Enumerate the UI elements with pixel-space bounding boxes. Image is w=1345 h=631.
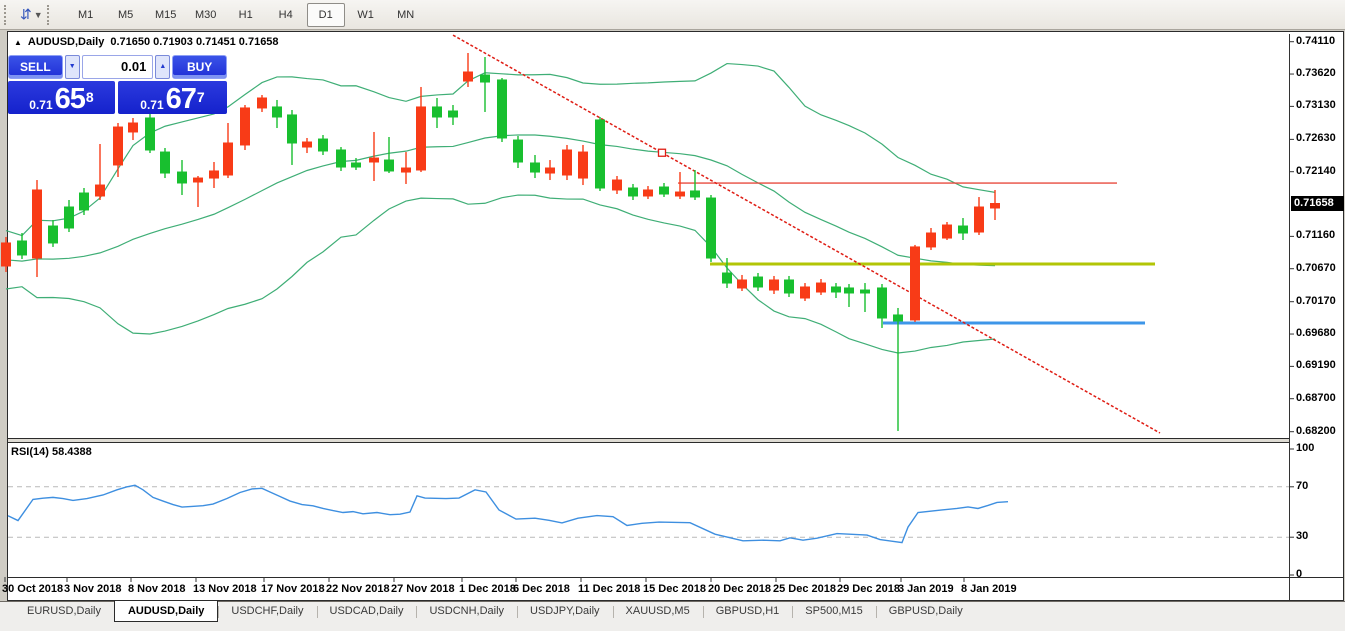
- time-axis-label: 8 Jan 2019: [961, 583, 1017, 595]
- rsi-axis-label: 30: [1296, 530, 1309, 543]
- price-axis-label: 0.72630: [1296, 132, 1336, 145]
- buy-price[interactable]: 0.71 67 7: [118, 81, 227, 114]
- buy-price-small: 0.71: [140, 98, 164, 112]
- time-axis-label: 27 Nov 2018: [391, 583, 455, 595]
- volume-down-button[interactable]: ▼: [64, 55, 80, 79]
- tab-xauusd-m5[interactable]: XAUUSD,M5: [612, 602, 703, 622]
- rsi-axis-label: 70: [1296, 479, 1309, 492]
- price-axis-label: 0.68700: [1296, 391, 1336, 404]
- volume-field[interactable]: 0.01: [81, 55, 154, 79]
- period-button-h4[interactable]: H4: [267, 3, 305, 27]
- current-price-tag: 0.71658: [1291, 196, 1344, 211]
- rsi-axis-label: 0: [1296, 568, 1303, 580]
- time-axis-label: 13 Nov 2018: [193, 583, 257, 595]
- arrows-icon: ⇵: [20, 6, 32, 22]
- period-button-w1[interactable]: W1: [347, 3, 385, 27]
- period-button-mn[interactable]: MN: [387, 3, 425, 27]
- price-axis-label: 0.72140: [1296, 164, 1336, 177]
- time-axis-label: 20 Dec 2018: [708, 583, 771, 595]
- chart-tabs: EURUSD,Daily AUDUSD,Daily USDCHF,Daily USDC…: [0, 601, 1345, 622]
- one-click-trading-panel: SELL ▼ 0.01 ▲ BUY 0.71 65 8 0.71 67 7: [8, 55, 228, 114]
- tab-usdcad-daily[interactable]: USDCAD,Daily: [316, 602, 417, 622]
- price-axis-label: 0.69680: [1296, 327, 1336, 340]
- time-axis-label: 15 Dec 2018: [643, 583, 706, 595]
- sell-button[interactable]: SELL: [8, 55, 63, 79]
- sell-price-sup: 8: [85, 89, 94, 105]
- chart-title: ▲ AUDUSD,Daily 0.71650 0.71903 0.71451 0.7…: [14, 36, 279, 48]
- time-axis-label: 1 Dec 2018: [459, 583, 516, 595]
- buy-button[interactable]: BUY: [172, 55, 228, 79]
- period-buttons: M1 M5 M15 M30 H1 H4 D1 W1 MN: [67, 2, 425, 27]
- collapse-panel-icon[interactable]: ▲: [14, 38, 22, 47]
- time-axis-label: 25 Dec 2018: [773, 583, 836, 595]
- tab-audusd-daily[interactable]: AUDUSD,Daily: [113, 601, 219, 622]
- tab-usdchf-daily[interactable]: USDCHF,Daily: [218, 602, 316, 622]
- period-toolbar-icon[interactable]: ⇵ ▼: [20, 6, 43, 23]
- tab-gbpusd-h1[interactable]: GBPUSD,H1: [702, 602, 793, 622]
- chart-symbol-label: AUDUSD,Daily: [27, 36, 105, 48]
- time-axis-label: 17 Nov 2018: [261, 583, 325, 595]
- time-axis-label: 8 Nov 2018: [128, 583, 186, 595]
- status-strip: [0, 622, 1345, 631]
- time-axis-label: 29 Dec 2018: [837, 583, 900, 595]
- time-axis-label: 11 Dec 2018: [578, 583, 641, 595]
- tab-gbpusd-daily[interactable]: GBPUSD,Daily: [875, 602, 976, 622]
- tab-usdjpy-daily[interactable]: USDJPY,Daily: [517, 602, 613, 622]
- price-axis-label: 0.71160: [1296, 229, 1336, 242]
- chart-window[interactable]: [7, 31, 1344, 601]
- price-axis-label: 0.73130: [1296, 99, 1336, 112]
- period-button-d1[interactable]: D1: [306, 2, 345, 27]
- time-axis-label: 22 Nov 2018: [326, 583, 390, 595]
- time-axis-label: 3 Nov 2018: [64, 583, 122, 595]
- toolbar-grip[interactable]: [4, 4, 10, 25]
- sell-price-big: 65: [54, 83, 86, 115]
- price-axis-label: 0.68200: [1296, 424, 1336, 437]
- rsi-indicator-label: RSI(14) 58.4388: [11, 446, 92, 458]
- tab-eurusd-daily[interactable]: EURUSD,Daily: [14, 602, 114, 622]
- period-button-m15[interactable]: M15: [147, 3, 185, 27]
- buy-price-sup: 7: [196, 89, 205, 105]
- time-axis-label: 30 Oct 2018: [2, 583, 64, 595]
- rsi-axis-label: 100: [1296, 442, 1315, 454]
- mt4-terminal: { "toolbar": { "periods": ["M1","M5","M1…: [0, 0, 1345, 631]
- period-button-m30[interactable]: M30: [187, 3, 225, 27]
- tab-sp500-m15[interactable]: SP500,M15: [792, 602, 875, 622]
- period-button-h1[interactable]: H1: [227, 3, 265, 27]
- price-axis-label: 0.69190: [1296, 359, 1336, 372]
- time-axis-label: 6 Dec 2018: [513, 583, 570, 595]
- price-axis-label: 0.70670: [1296, 261, 1336, 274]
- period-button-m5[interactable]: M5: [107, 3, 145, 27]
- sell-price[interactable]: 0.71 65 8: [8, 81, 115, 114]
- toolbar-grip-2[interactable]: [46, 4, 53, 25]
- price-axis-label: 0.74110: [1296, 34, 1336, 47]
- price-axis-label: 0.73620: [1296, 67, 1336, 80]
- period-button-m1[interactable]: M1: [67, 3, 105, 27]
- time-axis-label: 3 Jan 2019: [898, 583, 954, 595]
- price-axis-label: 0.70170: [1296, 294, 1336, 307]
- volume-up-button[interactable]: ▲: [155, 55, 171, 79]
- chart-ohlc-values: 0.71650 0.71903 0.71451 0.71658: [110, 36, 279, 48]
- buy-price-big: 67: [165, 83, 197, 115]
- timeframes-toolbar: ⇵ ▼ M1 M5 M15 M30 H1 H4 D1 W1 MN: [0, 0, 1345, 30]
- sell-price-small: 0.71: [29, 98, 53, 112]
- tab-usdcnh-daily[interactable]: USDCNH,Daily: [416, 602, 517, 622]
- chevron-down-icon: ▼: [33, 9, 43, 20]
